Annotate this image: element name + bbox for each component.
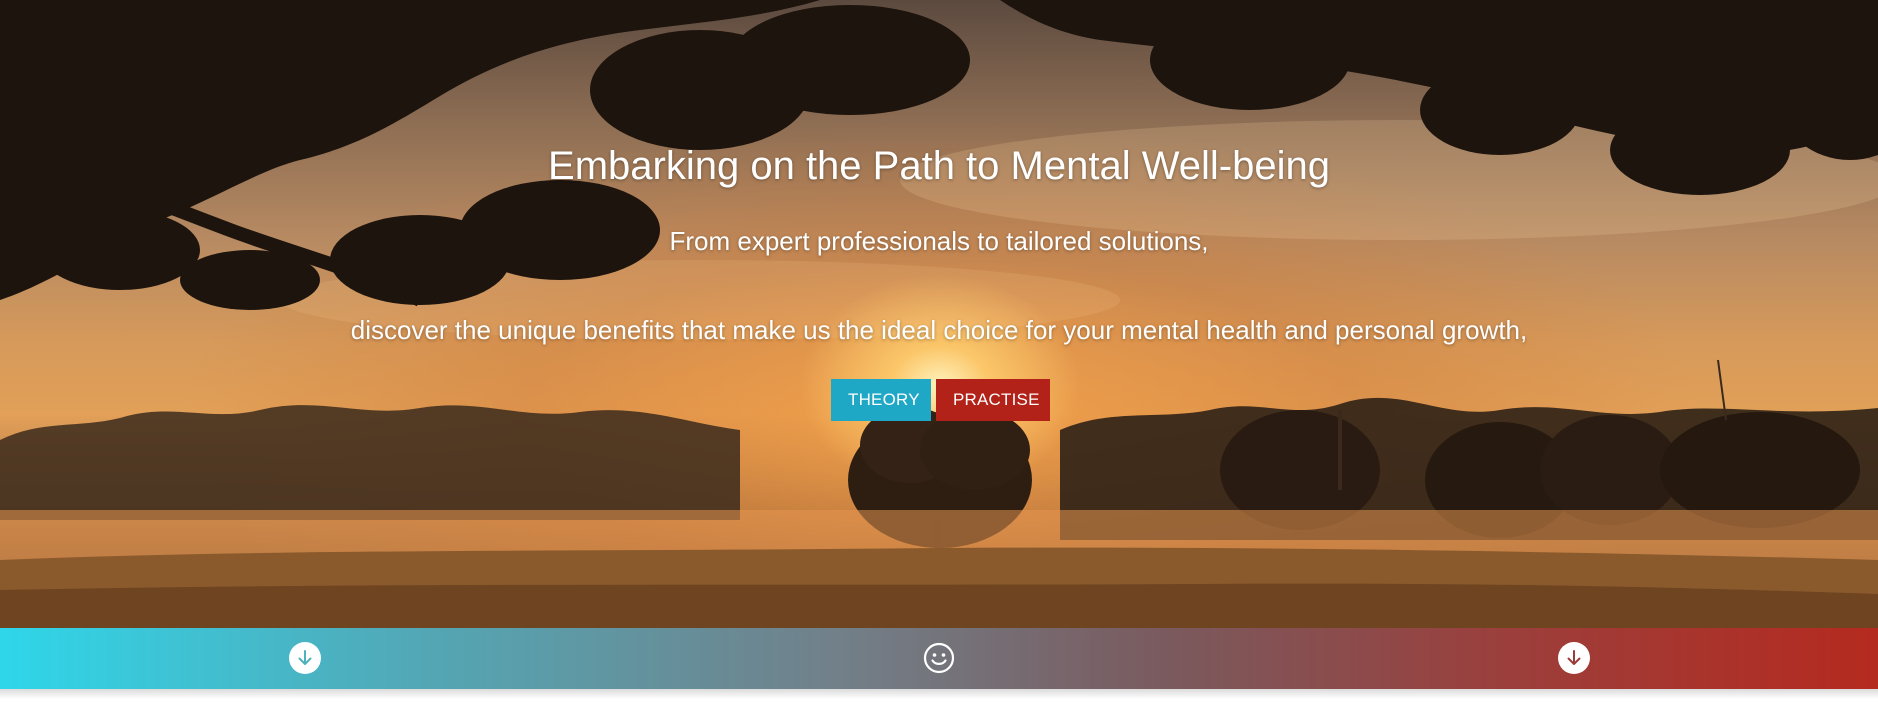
theory-button[interactable]: THEORY (831, 379, 931, 421)
hero-subtitle-line2: discover the unique benefits that make u… (350, 315, 1528, 345)
hero-content: Embarking on the Path to Mental Well-bei… (0, 0, 1878, 628)
hero-title: Embarking on the Path to Mental Well-bei… (548, 144, 1330, 188)
practise-button[interactable]: PRACTISE (936, 379, 1050, 421)
hero-button-group: THEORY PRACTISE (831, 379, 1050, 421)
bar-shadow (0, 689, 1878, 699)
smiley-face-icon[interactable] (923, 642, 955, 674)
arrow-down-circle-icon[interactable] (1558, 642, 1590, 674)
hero-section: Embarking on the Path to Mental Well-bei… (0, 0, 1878, 628)
bottom-gradient-bar (0, 628, 1878, 689)
hero-subtitle-line1: From expert professionals to tailored so… (669, 226, 1209, 256)
arrow-down-circle-icon[interactable] (289, 642, 321, 674)
